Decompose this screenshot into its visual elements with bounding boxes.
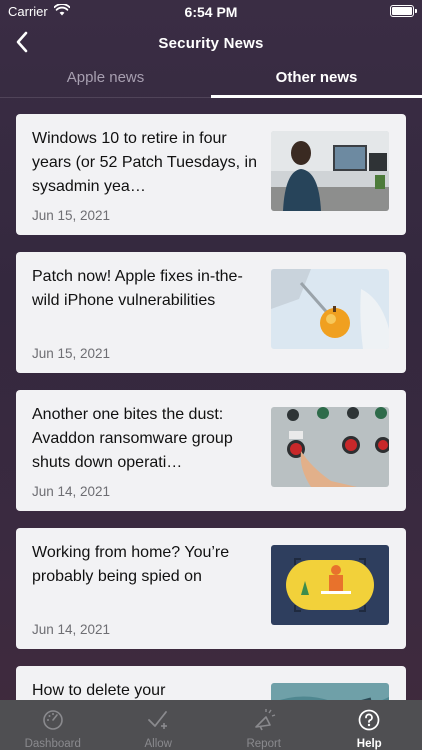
news-title: Windows 10 to retire in four years (or 5… <box>32 130 257 195</box>
checkmark-plus-icon <box>146 709 170 731</box>
megaphone-icon <box>252 709 276 731</box>
tabbar-label: Allow <box>144 738 172 750</box>
apple-syringe-photo <box>271 269 389 349</box>
page-title: Security News <box>158 35 264 52</box>
bottom-tab-bar: Dashboard Allow Report Help <box>0 700 422 750</box>
status-time: 6:54 PM <box>184 4 238 20</box>
battery-icon <box>390 5 417 17</box>
news-date: Jun 15, 2021 <box>32 346 111 361</box>
gauge-icon <box>42 709 64 731</box>
tab-apple-news[interactable]: Apple news <box>0 62 211 97</box>
news-title: Working from home? You’re probably being… <box>32 544 230 585</box>
news-date: Jun 14, 2021 <box>32 622 111 637</box>
question-circle-icon <box>358 709 380 731</box>
news-title: Another one bites the dust: Avaddon rans… <box>32 406 233 471</box>
news-title: Patch now! Apple fixes in-the-wild iPhon… <box>32 268 243 309</box>
tabbar-label: Dashboard <box>24 738 81 750</box>
news-card[interactable]: Windows 10 to retire in four years (or 5… <box>16 114 406 235</box>
news-card[interactable]: Another one bites the dust: Avaddon rans… <box>16 390 406 511</box>
status-bar: Carrier 6:54 PM <box>0 0 422 24</box>
tabbar-label: Report <box>246 738 282 750</box>
navigation-bar: Security News <box>0 26 422 62</box>
tabbar-item-dashboard[interactable]: Dashboard <box>0 700 106 750</box>
tabbar-item-help[interactable]: Help <box>317 700 422 750</box>
tabbar-item-report[interactable]: Report <box>211 700 317 750</box>
news-tabs: Apple news Other news <box>0 62 422 98</box>
person-at-computer-photo <box>271 131 389 211</box>
news-card[interactable]: Working from home? You’re probably being… <box>16 528 406 649</box>
tab-other-news[interactable]: Other news <box>211 62 422 98</box>
tabbar-label: Help <box>356 738 382 750</box>
tabbar-item-allow[interactable]: Allow <box>106 700 212 750</box>
news-card[interactable]: Patch now! Apple fixes in-the-wild iPhon… <box>16 252 406 373</box>
stop-button-panel-photo <box>271 407 389 487</box>
news-date: Jun 15, 2021 <box>32 208 111 223</box>
binoculars-surveillance-illustration <box>271 545 389 625</box>
news-date: Jun 14, 2021 <box>32 484 111 499</box>
